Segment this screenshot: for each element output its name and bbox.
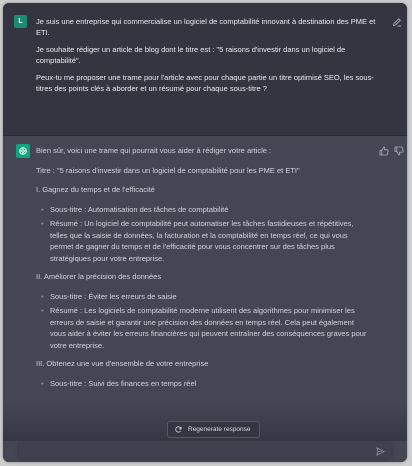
message-input[interactable] <box>19 443 391 459</box>
openai-logo-icon <box>19 147 27 155</box>
list-item: Sous-titre : Suivi des finances en temps… <box>41 378 371 390</box>
section-heading: I. Gagnez du temps et de l'efficacité <box>36 185 155 194</box>
regenerate-label: Regenerate response <box>188 426 251 433</box>
assistant-intro: Bien sûr, voici une trame qui pourrait v… <box>36 146 272 155</box>
section-points: Sous-titre : Éviter les erreurs de saisi… <box>36 291 371 352</box>
section-points: Sous-titre : Automatisation des tâches d… <box>36 204 371 265</box>
edit-icon[interactable] <box>392 17 402 27</box>
thumbs-down-icon[interactable] <box>394 146 404 156</box>
refresh-icon <box>175 426 182 433</box>
section-heading: III. Obtenez une vue d'ensemble de votre… <box>36 359 209 368</box>
thumbs-up-icon[interactable] <box>379 146 389 156</box>
list-item: Résumé : Un logiciel de comptabilité peu… <box>41 218 371 264</box>
assistant-message-text: Bien sûr, voici une trame qui pourrait v… <box>36 145 371 396</box>
section-points: Sous-titre : Suivi des finances en temps… <box>36 378 371 390</box>
user-paragraph: Je suis une entreprise qui commercialise… <box>36 17 376 37</box>
regenerate-response-button[interactable]: Regenerate response <box>167 421 260 438</box>
send-icon[interactable] <box>376 447 385 456</box>
user-paragraph: Peux-tu me proposer une trame pour l'art… <box>36 73 374 93</box>
list-item: Résumé : Les logiciels de comptabilité m… <box>41 305 371 351</box>
user-message: L Je suis une entreprise qui commerciali… <box>3 3 407 136</box>
assistant-avatar <box>16 144 30 158</box>
article-title-line: Titre : "5 raisons d'investir dans un lo… <box>36 165 300 175</box>
user-message-text: Je suis une entreprise qui commercialise… <box>36 16 386 100</box>
user-avatar: L <box>14 15 27 28</box>
section-heading: II. Améliorer la précision des données <box>36 272 162 281</box>
list-item: Sous-titre : Automatisation des tâches d… <box>41 204 371 216</box>
list-item: Sous-titre : Éviter les erreurs de saisi… <box>41 291 371 303</box>
chat-window: L Je suis une entreprise qui commerciali… <box>3 3 407 462</box>
user-paragraph: Je souhaite rédiger un article de blog d… <box>36 45 346 65</box>
